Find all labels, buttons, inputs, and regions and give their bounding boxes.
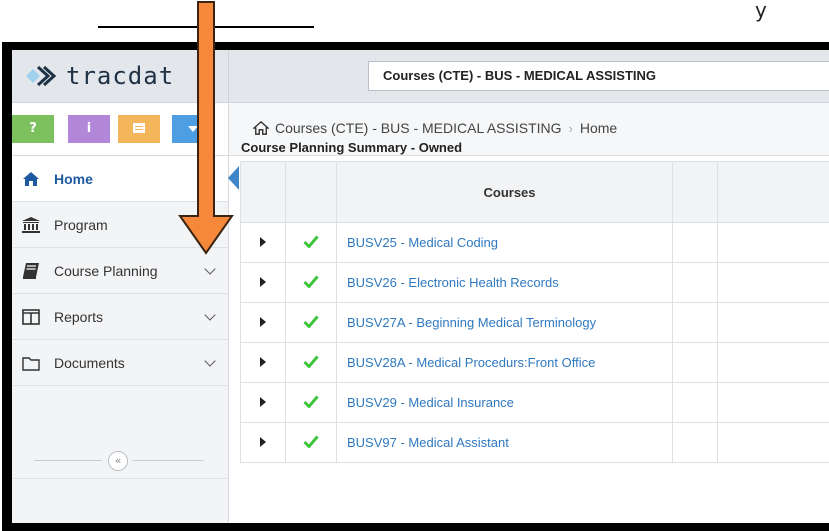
table-cell bbox=[672, 262, 718, 303]
collapse-sidebar-button[interactable]: « bbox=[108, 451, 128, 471]
home-icon[interactable] bbox=[253, 121, 269, 135]
annotation-arrow bbox=[178, 1, 234, 255]
course-link[interactable]: BUSV97 - Medical Assistant bbox=[347, 435, 509, 450]
course-link[interactable]: BUSV28A - Medical Procedurs:Front Office bbox=[347, 355, 595, 370]
status-cell bbox=[285, 222, 337, 263]
home-icon bbox=[23, 171, 39, 186]
table-cell bbox=[672, 302, 718, 343]
course-cell: BUSV97 - Medical Assistant bbox=[336, 422, 673, 463]
course-cell: BUSV28A - Medical Procedurs:Front Office bbox=[336, 342, 673, 383]
table-cell bbox=[717, 302, 829, 343]
check-icon bbox=[303, 235, 319, 249]
expand-cell[interactable] bbox=[240, 262, 286, 303]
chevron-down-icon bbox=[204, 263, 216, 275]
course-selector[interactable]: Courses (CTE) - BUS - MEDICAL ASSISTING bbox=[368, 61, 829, 91]
chevron-down-icon bbox=[204, 309, 216, 321]
table-cell bbox=[717, 382, 829, 423]
check-icon bbox=[303, 435, 319, 449]
tracdat-logo[interactable]: tracdat bbox=[24, 61, 174, 91]
logo-text: tracdat bbox=[66, 62, 175, 90]
breadcrumb: Courses (CTE) - BUS - MEDICAL ASSISTING … bbox=[253, 120, 617, 136]
columns-icon bbox=[22, 308, 40, 325]
status-cell bbox=[285, 302, 337, 343]
divider-line bbox=[34, 460, 102, 461]
table-row: BUSV26 - Electronic Health Records bbox=[240, 262, 829, 303]
logo-arrow-icon bbox=[26, 65, 57, 87]
breadcrumb-separator: › bbox=[568, 120, 573, 136]
table-header-row: Courses bbox=[240, 161, 829, 223]
info-button[interactable]: i bbox=[68, 115, 110, 143]
course-cell: BUSV25 - Medical Coding bbox=[336, 222, 673, 263]
table-cell bbox=[672, 382, 718, 423]
table-cell bbox=[672, 222, 718, 263]
check-icon bbox=[303, 355, 319, 369]
expand-icon[interactable] bbox=[260, 397, 266, 407]
notes-icon bbox=[133, 123, 145, 133]
course-link[interactable]: BUSV27A - Beginning Medical Terminology bbox=[347, 315, 596, 330]
status-cell bbox=[285, 342, 337, 383]
course-link[interactable]: BUSV29 - Medical Insurance bbox=[347, 395, 514, 410]
table-cell bbox=[717, 262, 829, 303]
table-cell bbox=[672, 342, 718, 383]
sidebar-item-reports[interactable]: Reports bbox=[12, 294, 228, 340]
table-row: BUSV27A - Beginning Medical Terminology bbox=[240, 302, 829, 343]
chevron-down-icon bbox=[204, 355, 216, 367]
course-cell: BUSV26 - Electronic Health Records bbox=[336, 262, 673, 303]
sidebar-collapse-row: « bbox=[12, 444, 228, 479]
course-link[interactable]: BUSV26 - Electronic Health Records bbox=[347, 275, 559, 290]
expand-cell[interactable] bbox=[240, 382, 286, 423]
check-icon bbox=[303, 315, 319, 329]
status-cell bbox=[285, 262, 337, 303]
top-text-fragment: y bbox=[755, 0, 767, 22]
sidebar-item-documents[interactable]: Documents bbox=[12, 340, 228, 386]
table-cell bbox=[717, 222, 829, 263]
column-header-courses[interactable]: Courses bbox=[336, 161, 673, 223]
check-icon bbox=[303, 395, 319, 409]
sidebar-item-label: Home bbox=[54, 170, 93, 187]
folder-icon bbox=[22, 356, 40, 371]
table-cell bbox=[672, 422, 718, 463]
table-cell bbox=[717, 342, 829, 383]
table-row: BUSV97 - Medical Assistant bbox=[240, 422, 829, 463]
expand-cell[interactable] bbox=[240, 222, 286, 263]
expand-cell[interactable] bbox=[240, 342, 286, 383]
status-cell bbox=[285, 422, 337, 463]
column-header bbox=[240, 161, 286, 223]
divider-line bbox=[132, 460, 204, 461]
bank-icon bbox=[22, 216, 40, 233]
breadcrumb-course[interactable]: Courses (CTE) - BUS - MEDICAL ASSISTING bbox=[275, 120, 562, 136]
sidebar-item-label: Course Planning bbox=[54, 262, 158, 279]
course-summary-table: Courses BUSV25 - Medical Coding BUSV26 - … bbox=[240, 161, 829, 463]
column-header bbox=[717, 161, 829, 223]
sidebar-item-label: Program bbox=[54, 216, 108, 233]
help-button[interactable]: ? bbox=[12, 115, 54, 143]
status-cell bbox=[285, 382, 337, 423]
summary-title: Course Planning Summary - Owned bbox=[241, 140, 463, 155]
sidebar-item-label: Reports bbox=[54, 308, 104, 325]
course-link[interactable]: BUSV25 - Medical Coding bbox=[347, 235, 498, 250]
expand-icon[interactable] bbox=[260, 277, 266, 287]
expand-icon[interactable] bbox=[260, 237, 266, 247]
column-header bbox=[672, 161, 718, 223]
expand-icon[interactable] bbox=[260, 317, 266, 327]
course-cell: BUSV27A - Beginning Medical Terminology bbox=[336, 302, 673, 343]
check-icon bbox=[303, 275, 319, 289]
notes-button[interactable] bbox=[118, 115, 160, 143]
book-icon bbox=[23, 262, 39, 279]
app-header: tracdat Courses (CTE) - BUS - MEDICAL AS… bbox=[12, 50, 829, 103]
table-row: BUSV29 - Medical Insurance bbox=[240, 382, 829, 423]
column-header bbox=[285, 161, 337, 223]
expand-cell[interactable] bbox=[240, 422, 286, 463]
expand-icon[interactable] bbox=[260, 357, 266, 367]
expand-cell[interactable] bbox=[240, 302, 286, 343]
breadcrumb-current: Home bbox=[579, 120, 618, 136]
course-cell: BUSV29 - Medical Insurance bbox=[336, 382, 673, 423]
table-cell bbox=[717, 422, 829, 463]
table-row: BUSV28A - Medical Procedurs:Front Office bbox=[240, 342, 829, 383]
sidebar-item-label: Documents bbox=[54, 354, 125, 371]
expand-icon[interactable] bbox=[260, 437, 266, 447]
table-row: BUSV25 - Medical Coding bbox=[240, 222, 829, 263]
